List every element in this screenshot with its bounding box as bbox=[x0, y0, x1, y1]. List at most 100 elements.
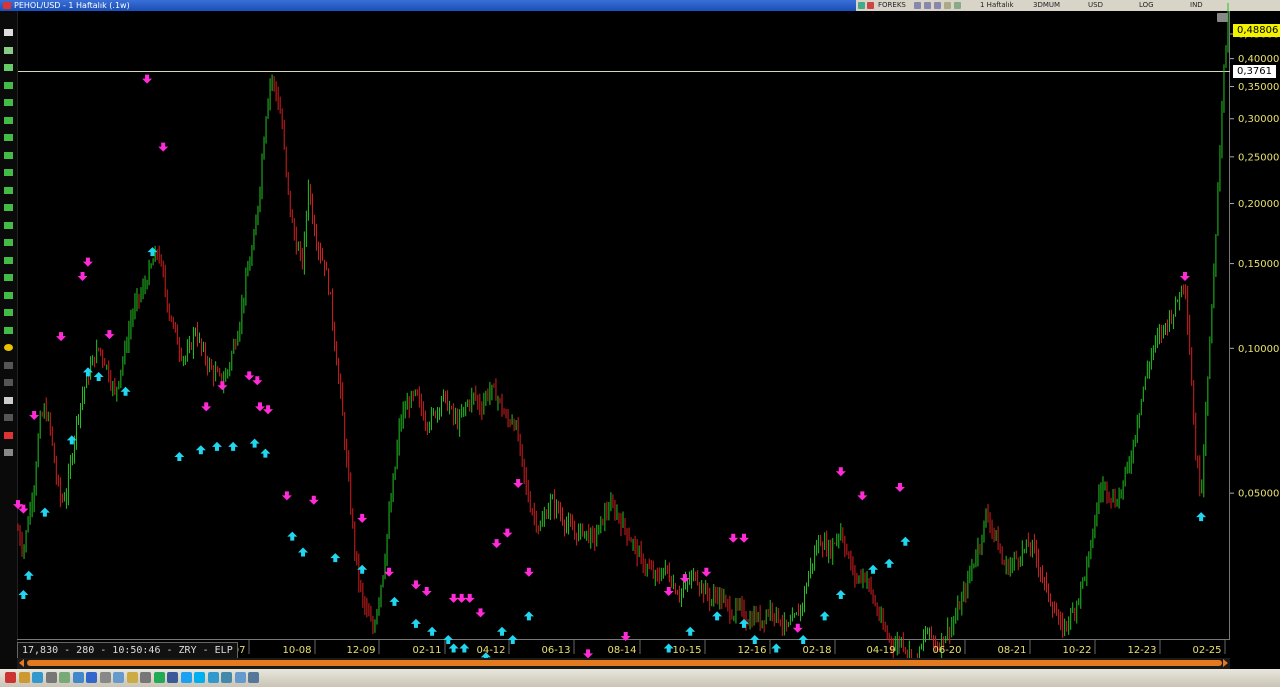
sell-signal-arrow bbox=[104, 330, 115, 340]
skype-icon[interactable] bbox=[194, 672, 205, 683]
buy-signal-arrow bbox=[884, 558, 895, 568]
buy-signal-arrow bbox=[260, 448, 271, 458]
y-tick-label: 0,250000 bbox=[1238, 152, 1280, 163]
buy-signal-arrow bbox=[18, 590, 29, 600]
y-tick-label: 0,050000 bbox=[1238, 489, 1280, 500]
sell-signal-arrow bbox=[29, 410, 40, 420]
y-tick-label: 0,200000 bbox=[1238, 199, 1280, 210]
home-icon[interactable] bbox=[5, 672, 16, 683]
buy-signal-arrow bbox=[228, 441, 239, 451]
buy-signal-arrow bbox=[835, 590, 846, 600]
sell-signal-arrow bbox=[663, 587, 674, 597]
buy-signal-arrow bbox=[330, 553, 341, 563]
sell-signal-arrow bbox=[464, 593, 475, 603]
x-tick-label: 10-15 bbox=[672, 645, 701, 656]
buy-signal-arrow bbox=[685, 626, 696, 636]
x-tick-label: 06-13 bbox=[541, 645, 570, 656]
print-icon[interactable] bbox=[140, 672, 151, 683]
sell-signal-arrow bbox=[513, 478, 524, 488]
sell-signal-arrow bbox=[620, 632, 631, 641]
buy-signal-arrow bbox=[23, 570, 34, 580]
crosshair-price-tag: 0,3761 bbox=[1233, 65, 1276, 78]
help-icon[interactable] bbox=[207, 672, 219, 683]
x-tick-label: 08-14 bbox=[607, 645, 636, 656]
sell-signal-arrow bbox=[217, 381, 228, 391]
y-tick-label: 0,400000 bbox=[1238, 54, 1280, 65]
sell-signal-arrow bbox=[77, 272, 88, 282]
mail-icon[interactable] bbox=[86, 672, 97, 683]
email-icon[interactable] bbox=[234, 672, 246, 683]
y-tick-label: 0,300000 bbox=[1238, 114, 1280, 125]
buy-signal-arrow bbox=[410, 618, 421, 628]
scroll-left-icon[interactable] bbox=[19, 659, 24, 667]
sell-signal-arrow bbox=[728, 533, 739, 543]
facebook-icon[interactable] bbox=[167, 672, 178, 683]
bottom-taskbar bbox=[0, 669, 1280, 687]
buy-signal-arrow bbox=[798, 635, 809, 644]
x-tick-label: 12-09 bbox=[346, 645, 375, 656]
x-tick-label: 04-12 bbox=[476, 645, 505, 656]
buy-signal-arrow bbox=[39, 507, 50, 517]
sell-signal-arrow bbox=[421, 587, 432, 597]
buy-signal-arrow bbox=[459, 643, 470, 653]
sell-signal-arrow bbox=[281, 491, 292, 501]
sell-signal-arrow bbox=[1179, 272, 1190, 282]
globe-icon[interactable] bbox=[32, 672, 43, 683]
buy-signal-arrow bbox=[120, 386, 131, 396]
sell-signal-arrow bbox=[456, 593, 467, 603]
sell-signal-arrow bbox=[142, 74, 153, 84]
sell-signal-arrow bbox=[82, 257, 93, 267]
buy-signal-arrow bbox=[147, 247, 158, 257]
sell-signal-arrow bbox=[252, 376, 263, 386]
buy-signal-arrow bbox=[249, 438, 260, 448]
buy-signal-arrow bbox=[298, 547, 309, 557]
buy-signal-arrow bbox=[900, 536, 911, 546]
sell-signal-arrow bbox=[255, 402, 265, 412]
x-tick-label: 02-25 bbox=[1192, 645, 1221, 656]
buy-signal-arrow bbox=[749, 635, 760, 644]
buy-signal-arrow bbox=[1196, 512, 1207, 522]
y-tick-label: 0,100000 bbox=[1238, 344, 1280, 355]
x-tick-label: 10-22 bbox=[1062, 645, 1091, 656]
grid-icon[interactable] bbox=[59, 672, 70, 683]
buy-signal-arrow bbox=[868, 564, 879, 574]
bank-icon[interactable] bbox=[248, 672, 259, 683]
x-tick-label: 02-11 bbox=[412, 645, 441, 656]
buy-signal-arrow bbox=[287, 531, 298, 541]
list-icon[interactable] bbox=[99, 672, 111, 683]
info-icon[interactable] bbox=[221, 672, 232, 683]
sell-signal-arrow bbox=[701, 567, 712, 577]
tools-icon[interactable] bbox=[45, 672, 57, 683]
scroll-right-icon[interactable] bbox=[1223, 659, 1228, 667]
sell-signal-arrow bbox=[308, 495, 319, 505]
sell-signal-arrow bbox=[56, 332, 67, 342]
buy-signal-arrow bbox=[497, 626, 507, 636]
x-tick-label: 02-18 bbox=[802, 645, 831, 656]
twitter-icon[interactable] bbox=[180, 672, 192, 683]
sell-signal-arrow bbox=[410, 580, 421, 590]
info-icon[interactable] bbox=[113, 672, 124, 683]
buy-signal-arrow bbox=[771, 643, 782, 653]
buy-signal-arrow bbox=[739, 618, 749, 628]
buy-signal-arrow bbox=[174, 452, 185, 462]
buy-signal-arrow bbox=[523, 611, 534, 621]
buy-signal-arrow bbox=[819, 611, 830, 621]
x-tick-label: 04-19 bbox=[866, 645, 895, 656]
x-tick-label: 12-16 bbox=[737, 645, 766, 656]
buy-signal-arrow bbox=[448, 643, 459, 653]
excel-icon[interactable] bbox=[153, 672, 165, 683]
x-tick-label: 06-20 bbox=[932, 645, 961, 656]
folder-icon[interactable] bbox=[126, 672, 138, 683]
search-icon[interactable] bbox=[72, 672, 84, 683]
x-tick-label: 10-08 bbox=[282, 645, 311, 656]
x-tick-label: 12-23 bbox=[1127, 645, 1156, 656]
sell-signal-arrow bbox=[739, 533, 749, 543]
sell-signal-arrow bbox=[201, 402, 212, 412]
price-chart[interactable]: 0,4500000,4000000,3500000,3000000,250000… bbox=[0, 0, 1280, 687]
chart-icon[interactable] bbox=[18, 672, 30, 683]
scroll-thumb[interactable] bbox=[27, 660, 1222, 666]
sell-signal-arrow bbox=[158, 142, 169, 152]
sell-signal-arrow bbox=[679, 573, 690, 583]
time-scrollbar[interactable] bbox=[17, 658, 1230, 669]
last-price-tag: 0,48806 bbox=[1233, 24, 1280, 37]
